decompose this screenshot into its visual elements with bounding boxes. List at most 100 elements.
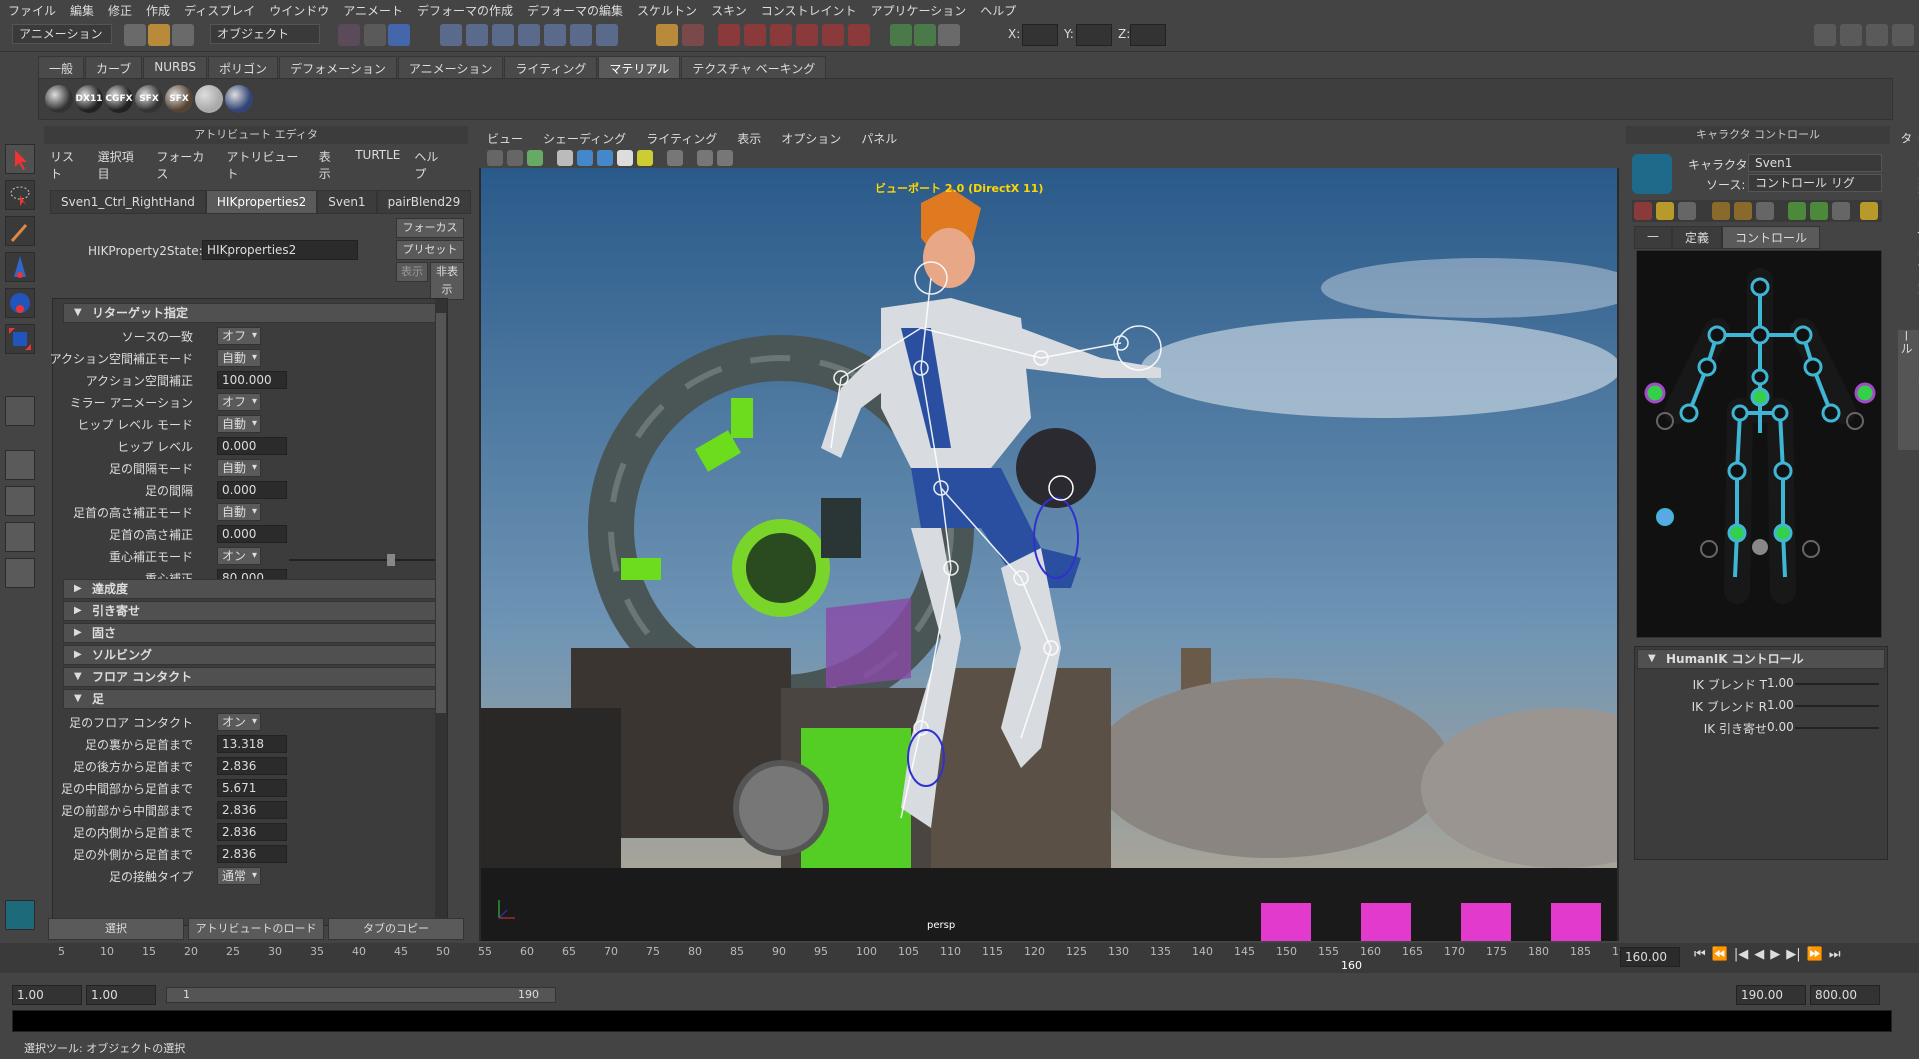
hypershade-icon[interactable] [796,24,818,46]
layout-outliner-icon[interactable] [5,522,35,552]
attr-field[interactable]: 13.318 [217,735,287,753]
shelf-tab-1[interactable]: カーブ [85,56,143,78]
anim-start-field[interactable]: 1.00 [86,985,156,1005]
layout-icon-a[interactable] [1814,24,1836,46]
ae-tab-1[interactable]: HIKproperties2 [205,190,318,214]
shelf-tab-2[interactable]: NURBS [143,56,208,78]
attr-field[interactable]: 2.836 [217,757,287,775]
attr-dropdown[interactable]: オン [217,713,261,731]
shelf-tab-4[interactable]: デフォメーション [279,56,397,78]
section-floor-contact[interactable]: ▼ フロア コンタクト [63,667,443,687]
z-field[interactable] [1130,24,1166,46]
snap-grid-icon[interactable] [440,24,462,46]
viewport-menu-item-2[interactable]: ライティング [646,130,717,147]
ae-tab-3[interactable]: pairBlend29 [376,190,472,214]
attr-field[interactable]: 0.000 [217,481,287,499]
go-to-end-icon[interactable]: ⏭ [1829,947,1841,962]
node-name-field[interactable]: HIKproperties2 [202,240,358,260]
render-settings-icon[interactable] [770,24,792,46]
key-all-icon[interactable] [1712,202,1730,220]
play-forward-icon[interactable]: ▶ [1770,947,1780,962]
humanik-row-value[interactable]: 1.00 [1767,698,1794,712]
viewport-menu-item-5[interactable]: パネル [861,130,897,147]
ae-menu-item-4[interactable]: 表示 [319,148,341,182]
render-icon[interactable] [718,24,740,46]
character-tab-2[interactable]: コントロール [1722,226,1821,249]
menu-item-9[interactable]: スケルトン [637,2,697,19]
magnet-icon[interactable] [848,24,870,46]
render-view-icon[interactable] [822,24,844,46]
menu-item-5[interactable]: ウインドウ [269,2,329,19]
scale-tool-icon[interactable] [5,324,35,354]
select-component-icon[interactable] [388,24,410,46]
ae-menu-item-5[interactable]: TURTLE [355,148,400,182]
start-time-field[interactable]: 1.00 [12,985,82,1005]
rotate-tool-icon[interactable] [5,288,35,318]
pin-icon[interactable] [1656,202,1674,220]
ae-menu-item-0[interactable]: リスト [50,148,84,182]
save-scene-icon[interactable] [172,24,194,46]
fk-icon[interactable] [1810,202,1828,220]
shelf-tab-6[interactable]: ライティング [504,56,598,78]
viewport-menu-item-1[interactable]: シェーディング [543,130,626,147]
menu-item-8[interactable]: デフォーマの編集 [527,2,623,19]
attr-dropdown[interactable]: 自動 [217,349,261,367]
humanik-row-slider[interactable] [1795,705,1879,707]
shelf-tab-0[interactable]: 一般 [38,56,85,78]
command-line[interactable] [12,1010,1892,1032]
attr-dropdown[interactable]: オフ [217,327,261,345]
y-field[interactable] [1076,24,1112,46]
attr-dropdown[interactable]: 自動 [217,415,261,433]
range-slider[interactable]: 1 190 [166,987,556,1003]
menu-set-dropdown[interactable]: アニメーション [12,24,112,44]
anim-end-field[interactable]: 800.00 [1810,985,1880,1005]
menu-item-0[interactable]: ファイル [8,2,56,19]
step-back-key-icon[interactable]: ⏪ [1712,947,1728,962]
section-solving[interactable]: ▶ ソルビング [63,645,443,665]
bookmark-icon[interactable] [507,150,523,166]
image-plane-icon[interactable] [527,150,543,166]
time-slider[interactable]: 5 10 15 20 25 30 35 40 45 50 55 60 65 70 75 80 85 90 95 100… [0,943,1919,973]
selection-mask-dropdown[interactable]: オブジェクト [210,24,320,44]
attr-dropdown[interactable]: 自動 [217,503,261,521]
viewport-menu-item-0[interactable]: ビュー [487,130,523,147]
shelf-material-icon-3[interactable]: SFX [135,85,163,113]
end-time-field[interactable]: 190.00 [1736,985,1806,1005]
attr-dropdown[interactable]: 通常 [217,867,261,885]
camera-icon[interactable] [487,150,503,166]
menu-item-4[interactable]: ディスプレイ [184,2,255,19]
body-part-icon[interactable] [1678,202,1696,220]
humanik-icon[interactable] [5,900,35,930]
step-back-frame-icon[interactable]: |◀ [1734,947,1748,962]
layout-icon-b[interactable] [1840,24,1862,46]
menu-item-3[interactable]: 作成 [146,2,170,19]
attr-dropdown[interactable]: オフ [217,393,261,411]
section-stiffness[interactable]: ▶ 固さ [63,623,443,643]
key-selected-icon[interactable] [1756,202,1774,220]
shelf-material-icon-4[interactable]: SFX [165,85,193,113]
character-tab-0[interactable]: — [1634,226,1672,249]
layout-icon-c[interactable] [1866,24,1888,46]
menu-item-12[interactable]: アプリケーション [870,2,966,19]
viewport-menu-item-3[interactable]: 表示 [737,130,761,147]
sel-icon-a[interactable] [890,24,912,46]
ae-menu-item-6[interactable]: ヘルプ [414,148,448,182]
menu-item-11[interactable]: コンストレイント [761,2,857,19]
go-to-start-icon[interactable]: ⏮ [1694,947,1706,962]
sel-icon-b[interactable] [914,24,936,46]
shelf-tab-7[interactable]: マテリアル [598,56,681,78]
focus-button[interactable]: フォーカス [396,218,464,238]
source-dropdown[interactable]: コントロール リグ [1748,174,1882,192]
humanik-row-value[interactable]: 1.00 [1767,676,1794,690]
load-attributes-button[interactable]: アトリビュートのロード [188,918,324,940]
layout-single-icon[interactable] [5,450,35,480]
lock-icon[interactable] [656,24,678,46]
attr-dropdown[interactable]: 自動 [217,459,261,477]
attr-field[interactable]: 2.836 [217,823,287,841]
isolate-icon[interactable] [667,150,683,166]
select-hierarchy-icon[interactable] [338,24,360,46]
show-button[interactable]: 表示 [396,262,428,282]
attr-field[interactable]: 100.000 [217,371,287,389]
clipboard-icon[interactable] [938,24,960,46]
share-icon[interactable] [717,150,733,166]
